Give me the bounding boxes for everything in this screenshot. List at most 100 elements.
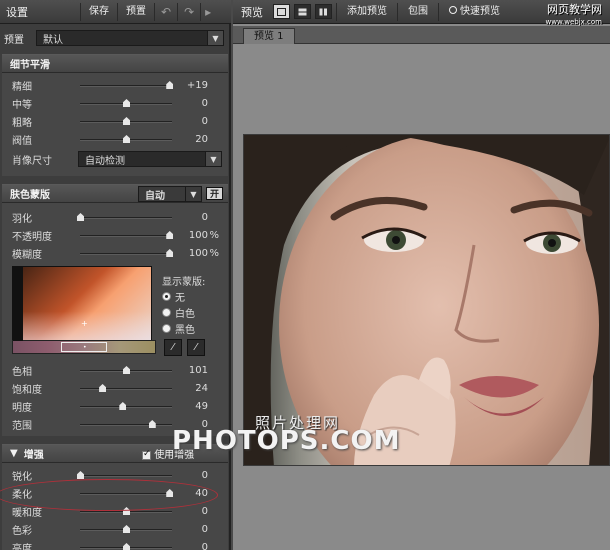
split-horizontal-icon[interactable] <box>294 4 311 19</box>
slider-track[interactable] <box>80 249 174 257</box>
slider-track[interactable] <box>80 525 172 533</box>
slider-thumb[interactable] <box>77 213 84 221</box>
slider-track[interactable] <box>80 402 172 410</box>
radio-icon[interactable] <box>162 291 171 301</box>
slider-value[interactable]: +19 <box>172 80 208 91</box>
slider-track[interactable] <box>77 213 172 221</box>
bracket-button[interactable]: 包围 <box>397 2 438 21</box>
save-button[interactable]: 保存 <box>80 2 117 21</box>
single-view-icon[interactable] <box>273 4 290 19</box>
option-label: 无 <box>175 292 185 304</box>
slider-row: 明度 49 <box>2 398 228 414</box>
preview-panel: 预览 添加预览 包围 快速预览 网页教学网 www.webjx.com 预览 1 <box>233 0 610 550</box>
slider-thumb[interactable] <box>123 99 130 107</box>
slider-thumb[interactable] <box>77 471 84 479</box>
slider-row: 阀值 20 <box>2 131 228 147</box>
slider-track[interactable] <box>80 135 172 143</box>
slider-label: 羽化 <box>12 213 32 225</box>
slider-thumb[interactable] <box>148 420 156 428</box>
slider-value[interactable]: 0 <box>172 98 208 109</box>
eyedropper-plus-icon[interactable]: ⁄ <box>187 339 205 356</box>
radio-icon[interactable] <box>162 323 171 333</box>
hue-range-marker: • <box>83 344 87 351</box>
slider-row: 饱和度 24 <box>2 380 228 396</box>
radio-icon[interactable] <box>449 5 457 14</box>
show-mask-option-white[interactable]: 白色 <box>162 304 205 320</box>
preset-label: 预置 <box>4 34 24 46</box>
slider-track[interactable] <box>80 507 172 515</box>
slider-thumb[interactable] <box>119 402 127 410</box>
slider-row: 羽化 0 <box>2 209 228 225</box>
chevron-down-icon[interactable]: ▼ <box>185 187 201 201</box>
slider-thumb[interactable] <box>123 543 130 550</box>
show-mask-option-black[interactable]: 黑色 <box>162 320 205 336</box>
slider-value[interactable]: 49 <box>172 401 208 412</box>
undo-icon[interactable]: ↶ <box>154 2 177 21</box>
app-window: 设置 保存 预置 ↶ ↷ ▸ 预置 默认 ▼ 细节平滑 精细 +19 中等 0 粗略 0 阀… <box>0 0 610 550</box>
option-label: 白色 <box>175 308 195 320</box>
slider-label: 精细 <box>12 81 32 93</box>
highlight-ellipse <box>0 479 218 511</box>
slider-value[interactable]: 0 <box>172 116 208 127</box>
slider-track[interactable] <box>80 117 172 125</box>
slider-track[interactable] <box>80 99 172 107</box>
slider-thumb[interactable] <box>123 117 130 125</box>
slider-thumb[interactable] <box>123 135 130 143</box>
slider-value[interactable]: 0 <box>172 470 208 481</box>
slider-track[interactable] <box>80 384 172 392</box>
slider-track[interactable] <box>80 366 172 374</box>
settings-title: 设置 <box>6 5 28 19</box>
slider-value[interactable]: 0 <box>172 212 208 223</box>
add-preview-button[interactable]: 添加预览 <box>336 2 397 21</box>
slider-label: 饱和度 <box>12 384 42 396</box>
slider-value[interactable]: 24 <box>172 383 208 394</box>
skin-hsl-section: 色相 101 饱和度 24 明度 49 范围 0 <box>2 360 228 436</box>
skin-mask-heading: 肤色蒙版 自动 ▼ 开 <box>2 185 228 203</box>
slider-row: 模糊度 100% <box>2 245 228 261</box>
slider-track[interactable] <box>80 420 172 428</box>
radio-icon[interactable] <box>162 307 171 317</box>
slider-value[interactable]: 101 <box>172 365 208 376</box>
checkbox-icon[interactable] <box>142 449 151 460</box>
slider-value[interactable]: 100 <box>172 248 208 259</box>
tab-preview-1[interactable]: 预览 1 <box>243 28 295 44</box>
detail-smoothing-section: 细节平滑 精细 +19 中等 0 粗略 0 阀值 20 肖像尺寸 自动检测 ▼ <box>2 54 228 176</box>
slider-value[interactable]: 0 <box>172 542 208 550</box>
portrait-size-select[interactable]: 自动检测 ▼ <box>78 151 222 167</box>
slider-value[interactable]: 0 <box>172 524 208 535</box>
preset-select[interactable]: 默认 ▼ <box>36 30 224 46</box>
quick-preview-toggle[interactable]: 快速预览 <box>438 2 510 21</box>
redo-icon[interactable]: ↷ <box>177 2 200 21</box>
skin-color-field[interactable]: + <box>12 266 152 342</box>
slider-label: 范围 <box>12 420 32 432</box>
collapse-arrow-icon[interactable]: ▼ <box>10 448 18 459</box>
menu-arrow-icon[interactable]: ▸ <box>200 2 215 21</box>
slider-value[interactable]: 100 <box>172 230 208 241</box>
portrait-size-label: 肖像尺寸 <box>12 155 52 167</box>
mask-mode-select[interactable]: 自动 ▼ <box>138 186 202 202</box>
slider-label: 明度 <box>12 402 32 414</box>
slider-track[interactable] <box>80 231 174 239</box>
chevron-down-icon[interactable]: ▼ <box>207 31 223 45</box>
slider-thumb[interactable] <box>123 366 130 374</box>
detail-smoothing-heading: 细节平滑 <box>2 55 228 73</box>
split-vertical-icon[interactable] <box>315 4 332 19</box>
slider-value[interactable]: 20 <box>172 134 208 145</box>
slider-track[interactable] <box>80 81 174 89</box>
slider-track[interactable] <box>77 471 172 479</box>
slider-thumb[interactable] <box>99 384 107 392</box>
mask-open-button[interactable]: 开 <box>206 187 223 200</box>
preset-value: 默认 <box>43 34 63 46</box>
eyedropper-icon[interactable]: ⁄ <box>164 339 182 356</box>
slider-track[interactable] <box>80 543 172 550</box>
hue-range-bar[interactable]: • <box>12 340 156 354</box>
preset-button[interactable]: 预置 <box>117 2 154 21</box>
watermark-en: PHOTOPS.COM <box>172 426 401 456</box>
slider-label: 亮度 <box>12 543 32 550</box>
black-strip <box>13 267 23 341</box>
slider-thumb[interactable] <box>123 525 130 533</box>
show-mask-option-none[interactable]: 无 <box>162 288 205 304</box>
crosshair-icon: + <box>81 319 88 328</box>
slider-label: 色相 <box>12 366 32 378</box>
chevron-down-icon[interactable]: ▼ <box>205 152 221 166</box>
